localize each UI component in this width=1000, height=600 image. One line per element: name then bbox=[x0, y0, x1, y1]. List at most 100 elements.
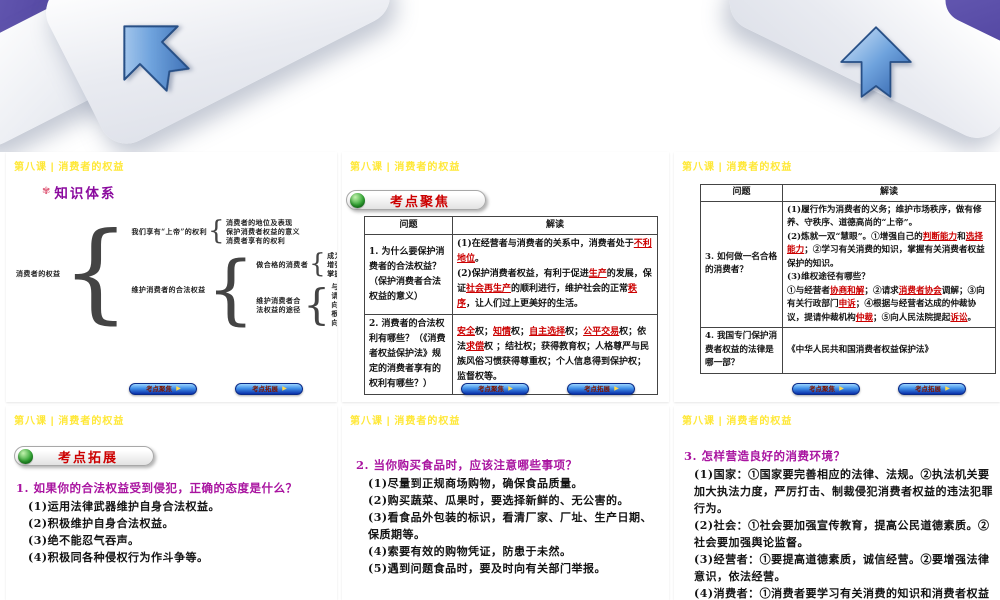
slide-exam-expansion-q3: 第八课 | 消费者的权益 3. 怎样营造良好的消费环境？ (1)国家：①国家要完… bbox=[674, 406, 1000, 600]
answer-line: (3)经营者：①要提高道德素质，诚信经营。②要增强法律意识，依法经营。 bbox=[694, 553, 990, 583]
highlighted-term: 社会再生产 bbox=[466, 284, 512, 294]
green-ball-icon bbox=[350, 192, 365, 208]
answer-line: (3)绝不能忍气吞声。 bbox=[28, 534, 140, 547]
slide-exam-focus-2: 第八课 | 消费者的权益 问题 解读 3. 如何做一名合格的消费者？ (1)履行… bbox=[674, 152, 1000, 402]
slide-exam-expansion-q1: 第八课 | 消费者的权益 考点拓展 1. 如果你的合法权益受到侵犯，正确的态度是… bbox=[6, 406, 337, 600]
white-tile-left bbox=[36, 0, 400, 152]
answer-list: (1)尽量到正规商场购物，确保食品质量。 (2)购买蔬菜、瓜果时，要选择新鲜的、无… bbox=[368, 475, 662, 577]
presentation-grid: 第八课 | 消费者的权益 ✾ 知识体系 消费者的权益 { 我们享有“上帝”的权利… bbox=[0, 0, 1000, 600]
text-run: 《中华人民共和国消费者权益保护法》 bbox=[787, 344, 934, 355]
highlighted-term: 判断能力 bbox=[922, 231, 958, 242]
table-row: 1. 为什么要保护消费者的合法权益？（保护消费者合法权益的意义） (1)在经营者… bbox=[364, 234, 658, 315]
slide-nav: 考点聚焦 ▶ 考点拓展 ▶ bbox=[342, 383, 669, 395]
tree-leaf: 向有关行政部门申诉 bbox=[331, 300, 337, 309]
slide-knowledge-system: 第八课 | 消费者的权益 ✾ 知识体系 消费者的权益 { 我们享有“上帝”的权利… bbox=[6, 152, 337, 402]
answer-line: (2)购买蔬菜、瓜果时，要选择新鲜的、无公害的。 bbox=[368, 494, 630, 507]
exam-focus-table: 问题 解读 1. 为什么要保护消费者的合法权益？（保护消费者合法权益的意义） (… bbox=[364, 216, 658, 395]
answer-cell: (1)在经营者与消费者的关系中，消费者处于不利地位。 (2)保护消费者权益，有利于… bbox=[452, 234, 658, 315]
tree-leaf: 掌握消费知识和法律知识 bbox=[327, 269, 337, 278]
tree-brace: { bbox=[61, 210, 131, 336]
text-run: (1)履行作为消费者的义务；维护市场秩序，做有修养、守秩序、道德高尚的“上帝”。 bbox=[787, 204, 982, 229]
tree-brace: { bbox=[207, 216, 225, 247]
slide-nav: 考点聚焦 ▶ 考点拓展 ▶ bbox=[674, 383, 1000, 395]
answer-line: (4)索要有效的购物凭证，防患于未然。 bbox=[368, 545, 572, 558]
text-run: (2)保护消费者权益，有利于促进 bbox=[457, 269, 589, 279]
text-run: ；⑤向人民法院提起 bbox=[872, 312, 951, 323]
slide-header: 第八课 | 消费者的权益 bbox=[682, 416, 793, 427]
flower-bullet-icon: ✾ bbox=[42, 186, 51, 197]
slide-exam-expansion-q2: 第八课 | 消费者的权益 2. 当你购买食品时，应该注意哪些事项？ (1)尽量到… bbox=[342, 406, 669, 600]
nav-button-expand[interactable]: 考点拓展 ▶ bbox=[898, 383, 966, 395]
highlighted-term: 申诉 bbox=[838, 299, 856, 309]
highlighted-term: 公平交易 bbox=[583, 326, 620, 337]
nav-arrow-icon: ▶ bbox=[282, 385, 287, 392]
text-run: 的顺利进行，维护社会的正常 bbox=[511, 284, 629, 294]
text-run: 权； bbox=[475, 326, 494, 337]
exam-focus-badge: 考点聚焦 bbox=[346, 190, 486, 210]
text-run: (2)炼就一双“慧眼”。①增强自己的 bbox=[787, 231, 923, 242]
highlighted-term: 消费者协会 bbox=[898, 285, 942, 296]
table-row: 4. 我国专门保护消费者权益的法律是哪一部？ 《中华人民共和国消费者权益保护法》 bbox=[700, 327, 996, 374]
text-run: 权 ；结社权；获得教育权；人格尊严与民族风俗习惯获得尊重权；个人信息得到保护权；… bbox=[457, 341, 650, 382]
tree-root: 消费者的权益 bbox=[16, 269, 61, 278]
tree-branch-label: 我们享有“上帝”的权利 bbox=[131, 227, 207, 236]
text-run: 。 bbox=[967, 312, 977, 323]
answer-line: (2)社会：①社会要加强宣传教育，提高公民道德素质。②社会要加强舆论监督。 bbox=[694, 519, 990, 549]
nav-button-expand[interactable]: 考点拓展 ▶ bbox=[567, 383, 635, 395]
knowledge-system-heading: ✾ 知识体系 bbox=[42, 182, 116, 202]
question-cell: 3. 如何做一名合格的消费者？ bbox=[700, 200, 783, 328]
slide-header: 第八课 | 消费者的权益 bbox=[14, 416, 125, 427]
answer-line: (2)积极维护自身合法权益。 bbox=[28, 517, 175, 530]
tree-leaf: 成为“文明”的上帝 bbox=[327, 251, 337, 260]
tree-leaf: 向人民法院提起诉讼 bbox=[331, 318, 337, 327]
tree-leaf: 保护消费者权益的意义 bbox=[225, 227, 300, 236]
answer-list: (1)国家：①国家要完善相应的法律、法规。②执法机关要加大执法力度，严厉打击、制… bbox=[694, 466, 994, 600]
nav-button-focus[interactable]: 考点聚焦 ▶ bbox=[129, 383, 197, 395]
nav-arrow-icon: ▶ bbox=[614, 385, 619, 392]
question-2: 2. 当你购买食品时，应该注意哪些事项？ bbox=[356, 458, 578, 472]
nav-arrow-icon: ▶ bbox=[945, 385, 950, 392]
slide-header: 第八课 | 消费者的权益 bbox=[14, 162, 125, 173]
arrow-up-icon bbox=[840, 26, 912, 98]
nav-button-focus[interactable]: 考点聚焦 ▶ bbox=[792, 383, 860, 395]
nav-arrow-icon: ▶ bbox=[839, 385, 844, 392]
exam-focus-table-continued: 问题 解读 3. 如何做一名合格的消费者？ (1)履行作为消费者的义务；维护市场… bbox=[700, 184, 996, 374]
highlighted-term: 知情 bbox=[493, 326, 512, 337]
slide-exam-focus-1: 第八课 | 消费者的权益 考点聚焦 问题 解读 1. 为什么要保护消费者的合法权… bbox=[342, 152, 669, 402]
tree-leaf: 请求消费者协会调解 bbox=[331, 291, 337, 300]
knowledge-tree: 消费者的权益 { 我们享有“上帝”的权利 { 消费者的地位及表现 保护消费者权益… bbox=[16, 216, 337, 331]
tree-leaf: 根据与经营者达成的仲裁协议，提请仲裁机构仲裁 bbox=[331, 309, 337, 318]
table-header-interpretation: 解读 bbox=[452, 216, 658, 235]
tree-branch-label: 做合格的消费者 bbox=[256, 260, 309, 269]
tree-leaf: 与经营者协商和解 bbox=[331, 282, 337, 291]
answer-cell: (1)履行作为消费者的义务；维护市场秩序，做有修养、守秩序、道德高尚的“上帝”。… bbox=[782, 200, 996, 328]
tree-branch-label: 维护消费者的合法权益 bbox=[131, 284, 206, 294]
slide-nav: 考点聚焦 ▶ 考点拓展 ▶ bbox=[6, 383, 337, 395]
table-row: 3. 如何做一名合格的消费者？ (1)履行作为消费者的义务；维护市场秩序，做有修… bbox=[700, 200, 996, 328]
text-run: ，让人们过上更美好的生活。 bbox=[466, 299, 584, 309]
slide-header: 第八课 | 消费者的权益 bbox=[350, 416, 461, 427]
tree-branch-label: 维护消费者合法权益的途径 bbox=[256, 295, 301, 314]
text-run: 和 bbox=[957, 231, 966, 242]
nav-arrow-icon: ▶ bbox=[508, 385, 513, 392]
table-header-question: 问题 bbox=[364, 216, 453, 235]
slide-header: 第八课 | 消费者的权益 bbox=[682, 162, 793, 173]
highlighted-term: 协商和解 bbox=[829, 285, 865, 296]
knowledge-system-label: 知识体系 bbox=[54, 186, 117, 201]
text-run: (1)在经营者与消费者的关系中，消费者处于 bbox=[457, 239, 634, 249]
answer-line: (3)看食品外包装的标识，看清厂家、厂址、生产日期、保质期等。 bbox=[368, 511, 653, 541]
green-ball-icon bbox=[18, 448, 33, 464]
text-run: 。 bbox=[475, 254, 485, 264]
nav-button-expand[interactable]: 考点拓展 ▶ bbox=[235, 383, 303, 395]
highlighted-term: 自主选择 bbox=[529, 326, 566, 337]
table-header-question: 问题 bbox=[700, 184, 783, 202]
text-run: ①与经营者 bbox=[787, 285, 830, 296]
text-run: (3)维权途径有哪些？ bbox=[787, 272, 870, 282]
answer-line: (1)尽量到正规商场购物，确保食品质量。 bbox=[368, 477, 584, 490]
answer-line: (1)国家：①国家要完善相应的法律、法规。②执法机关要加大执法力度，严厉打击、制… bbox=[694, 468, 993, 515]
question-3: 3. 怎样营造良好的消费环境？ bbox=[684, 449, 846, 463]
tree-brace: { bbox=[206, 243, 256, 333]
nav-button-focus[interactable]: 考点聚焦 ▶ bbox=[461, 383, 529, 395]
text-run: 权； bbox=[565, 326, 584, 337]
question-cell: 4. 我国专门保护消费者权益的法律是哪一部？ bbox=[700, 327, 783, 374]
